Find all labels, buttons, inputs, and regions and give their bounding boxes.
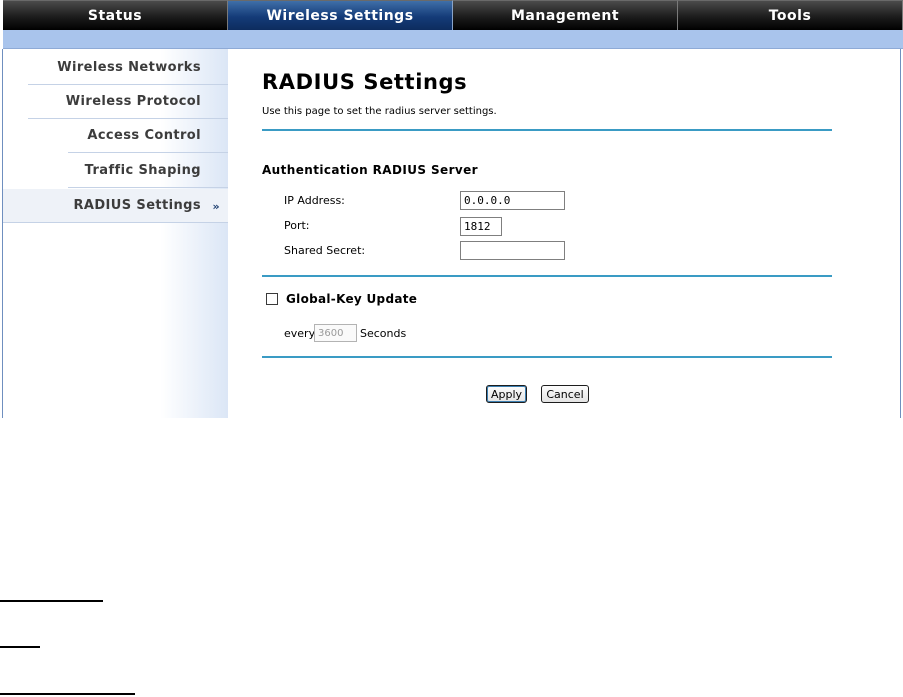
sidebar-item-radius-settings[interactable]: RADIUS Settings » <box>3 189 228 223</box>
shared-secret-label: Shared Secret: <box>284 244 366 257</box>
shared-secret-input[interactable] <box>460 241 565 260</box>
underline <box>0 693 135 695</box>
auth-section-heading: Authentication RADIUS Server <box>262 163 478 177</box>
global-key-update-label: Global-Key Update <box>286 292 418 306</box>
double-chevron-right-icon: » <box>212 200 220 213</box>
port-input[interactable] <box>460 217 502 236</box>
sidebar-item-label: Access Control <box>87 128 201 143</box>
underline <box>0 646 40 648</box>
sidebar-item-access-control[interactable]: Access Control <box>68 119 228 153</box>
cancel-button[interactable]: Cancel <box>541 385 589 403</box>
page-title: RADIUS Settings <box>262 70 468 94</box>
sidebar-item-wireless-networks[interactable]: Wireless Networks <box>28 51 228 85</box>
tab-wireless-settings[interactable]: Wireless Settings <box>228 0 453 30</box>
tab-tools[interactable]: Tools <box>678 0 903 30</box>
sidebar-item-traffic-shaping[interactable]: Traffic Shaping <box>68 154 228 188</box>
sub-navigation-bar <box>3 30 903 49</box>
sidebar-item-label: RADIUS Settings <box>73 198 201 213</box>
sidebar-item-label: Wireless Networks <box>57 60 201 75</box>
divider <box>262 356 832 358</box>
seconds-label: Seconds <box>360 327 407 340</box>
sidebar-item-wireless-protocol[interactable]: Wireless Protocol <box>28 85 228 119</box>
divider <box>262 129 832 131</box>
page-description: Use this page to set the radius server s… <box>262 106 497 117</box>
sidebar-item-label: Wireless Protocol <box>65 94 201 109</box>
ip-address-input[interactable] <box>460 191 565 210</box>
sidebar-item-label: Traffic Shaping <box>84 163 201 178</box>
ip-address-label: IP Address: <box>284 194 345 207</box>
port-label: Port: <box>284 219 310 232</box>
apply-button[interactable]: Apply <box>486 385 527 403</box>
sidebar: Wireless Networks Wireless Protocol Acce… <box>3 49 228 418</box>
divider <box>262 275 832 277</box>
every-label: every <box>284 327 316 340</box>
key-interval-input[interactable] <box>314 324 357 342</box>
global-key-update-checkbox[interactable] <box>266 293 278 305</box>
tab-status[interactable]: Status <box>3 0 228 30</box>
tab-management[interactable]: Management <box>453 0 678 30</box>
underline <box>0 600 103 602</box>
frame-border-right <box>900 49 901 418</box>
top-navigation: Status Wireless Settings Management Tool… <box>3 0 903 30</box>
